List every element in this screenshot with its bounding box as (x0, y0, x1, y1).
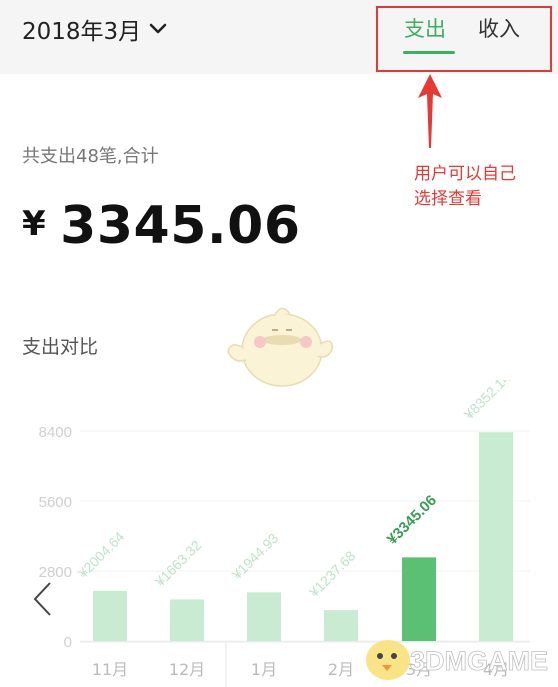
x-tick-label: 11月 (92, 660, 128, 679)
month-label: 2018年3月 (22, 19, 142, 45)
annotation-highlight-box (376, 6, 552, 72)
chart-bar[interactable] (324, 610, 358, 641)
currency-symbol: ¥ (22, 204, 47, 244)
section-title: 支出对比 (22, 336, 99, 358)
bar-value-label: ¥8352.14 (460, 380, 513, 423)
chart-bar[interactable] (93, 590, 127, 641)
expense-summary: 共支出48笔,合计 (22, 146, 159, 167)
bar-value-label: ¥1944.93 (228, 530, 281, 583)
bar-value-label: ¥1663.32 (151, 537, 204, 590)
chart-bar[interactable] (170, 599, 204, 641)
y-tick-label: 2800 (39, 564, 72, 581)
y-tick-label: 5600 (39, 494, 72, 511)
month-selector[interactable]: 2018年3月 (22, 12, 167, 46)
annotation-line: 用户可以自己 (414, 164, 516, 184)
expense-total: ¥3345.06 (22, 196, 301, 256)
mascot-chick-icon (227, 307, 333, 387)
chart-bar[interactable] (402, 557, 436, 641)
chart-bar[interactable] (247, 592, 281, 641)
x-tick-label: 12月 (169, 660, 205, 679)
y-tick-label: 0 (64, 634, 72, 651)
watermark-mascot-icon (366, 640, 410, 680)
annotation-line: 选择查看 (414, 189, 482, 209)
annotation-text: 用户可以自己 选择查看 (414, 162, 554, 212)
annotation-arrow-icon (418, 74, 442, 148)
chevron-left-icon[interactable] (30, 580, 56, 618)
bar-value-label: ¥3345.06 (384, 492, 440, 548)
x-tick-label: 1月 (251, 660, 277, 679)
chevron-down-icon (149, 23, 167, 34)
bar-value-label: ¥2004.64 (74, 528, 127, 581)
watermark: 3DMGAME (366, 640, 548, 680)
total-amount: 3345.06 (60, 196, 301, 256)
watermark-text: 3DMGAME (410, 646, 548, 676)
chart-bar[interactable] (479, 432, 513, 641)
x-tick-label: 2月 (328, 660, 354, 679)
bar-value-label: ¥1237.68 (305, 547, 358, 600)
y-tick-label: 8400 (39, 424, 72, 441)
